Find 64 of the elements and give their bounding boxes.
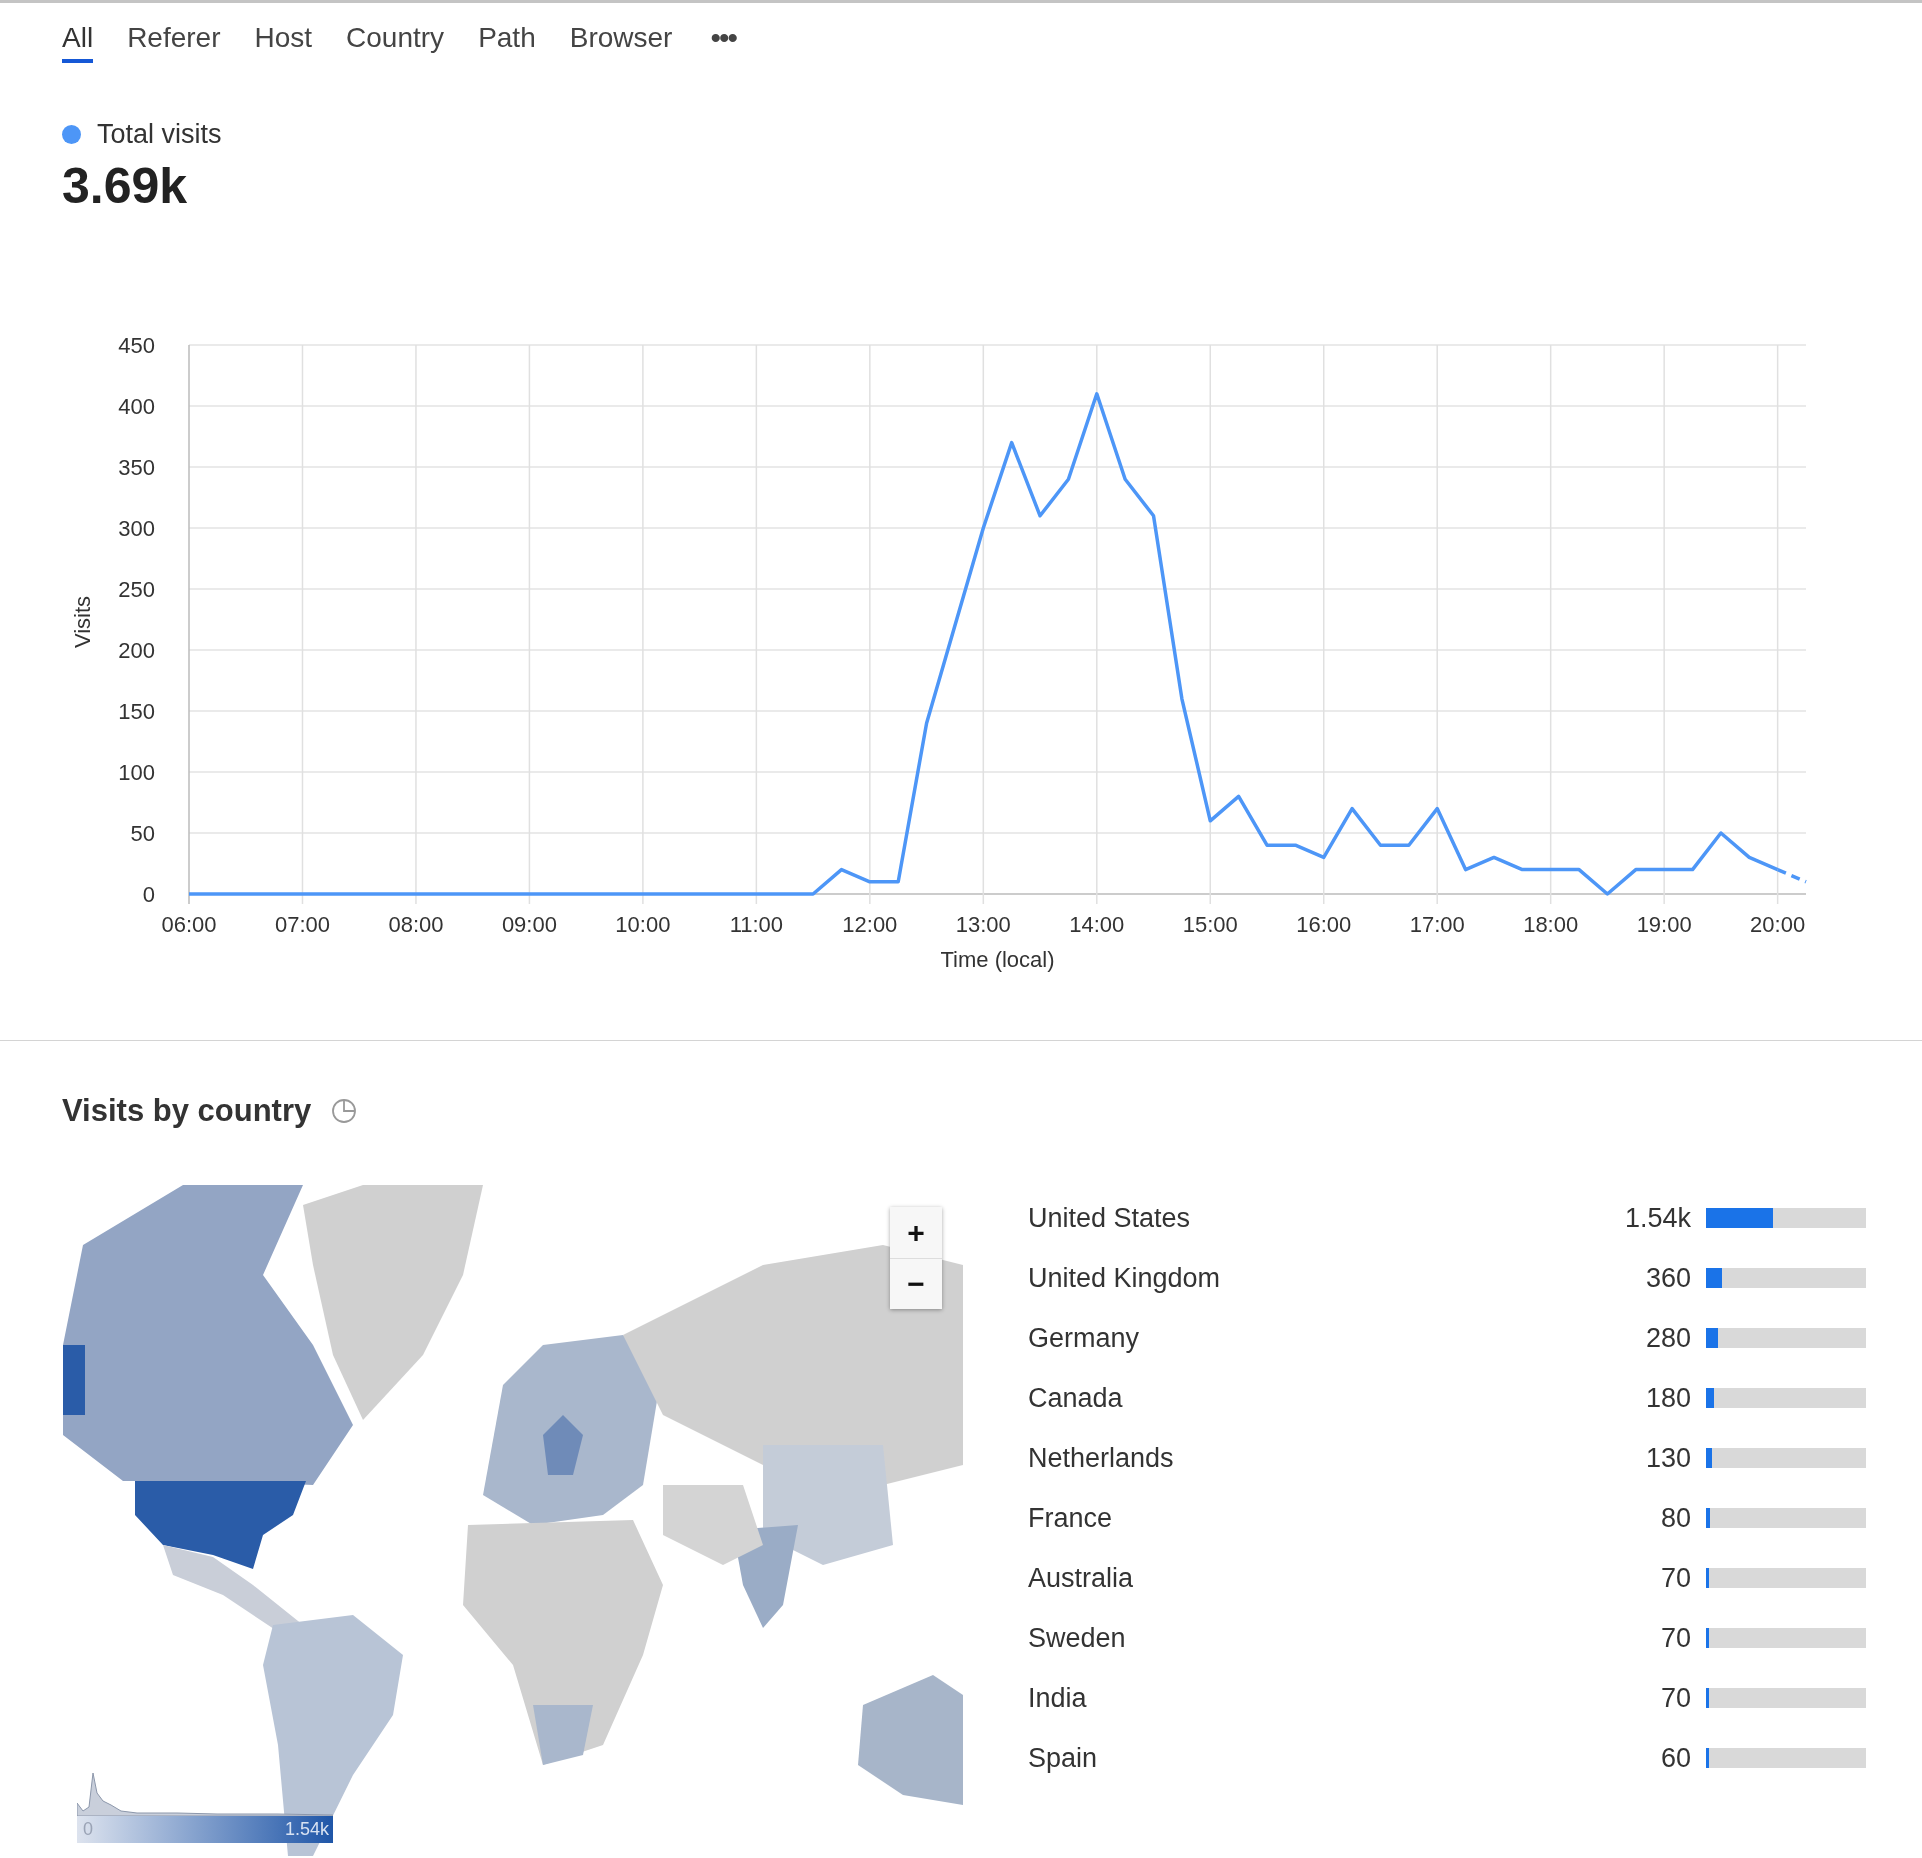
y-tick-label: 50 bbox=[130, 821, 155, 846]
y-tick-label: 200 bbox=[118, 638, 155, 663]
x-tick-label: 09:00 bbox=[501, 912, 557, 937]
y-axis-title: Visits bbox=[70, 595, 95, 649]
country-name: Sweden bbox=[1028, 1622, 1127, 1654]
visit-count: 60 bbox=[1660, 1742, 1691, 1774]
pie-chart-icon[interactable] bbox=[331, 1098, 358, 1124]
x-tick-label: 12:00 bbox=[842, 912, 898, 937]
tab[interactable]: Host bbox=[254, 23, 313, 63]
x-tick-label: 20:00 bbox=[1750, 912, 1806, 937]
tab[interactable]: Path bbox=[478, 23, 536, 63]
y-tick-label: 350 bbox=[118, 455, 155, 480]
country-name: United States bbox=[1028, 1202, 1192, 1234]
legend-dot bbox=[62, 125, 81, 144]
x-tick-label: 06:00 bbox=[161, 912, 217, 937]
country-name: Germany bbox=[1028, 1322, 1141, 1354]
more-button[interactable]: ••• bbox=[710, 23, 736, 53]
x-tick-label: 16:00 bbox=[1296, 912, 1352, 937]
country-name: Canada bbox=[1028, 1382, 1124, 1414]
legend-max-label: 1.54k bbox=[284, 1819, 329, 1840]
visit-count: 130 bbox=[1645, 1442, 1691, 1474]
x-tick-label: 14:00 bbox=[1069, 912, 1125, 937]
x-tick-label: 08:00 bbox=[388, 912, 444, 937]
visit-count: 360 bbox=[1645, 1262, 1691, 1294]
tab[interactable]: All bbox=[62, 23, 94, 63]
country-name: Spain bbox=[1028, 1742, 1099, 1774]
x-tick-label: 17:00 bbox=[1409, 912, 1465, 937]
visit-count: 70 bbox=[1660, 1622, 1691, 1654]
legend-min-label: 0 bbox=[83, 1819, 93, 1840]
visit-count: 280 bbox=[1645, 1322, 1691, 1354]
x-tick-label: 19:00 bbox=[1636, 912, 1692, 937]
x-tick-label: 07:00 bbox=[274, 912, 330, 937]
y-tick-label: 400 bbox=[118, 394, 155, 419]
partial-line-segment bbox=[1776, 868, 1807, 884]
y-tick-label: 250 bbox=[118, 577, 155, 602]
y-tick-label: 0 bbox=[142, 882, 155, 907]
visit-count: 80 bbox=[1660, 1502, 1691, 1534]
visit-count: 1.54k bbox=[1624, 1202, 1691, 1234]
visit-count: 70 bbox=[1660, 1562, 1691, 1594]
country-name: France bbox=[1028, 1502, 1114, 1534]
x-axis-title: Time (local) bbox=[940, 947, 1055, 972]
y-tick-label: 100 bbox=[118, 760, 155, 785]
stat-label: Total visits bbox=[97, 119, 222, 150]
tab[interactable]: Browser bbox=[569, 23, 673, 63]
zoom-in-button[interactable]: + bbox=[890, 1207, 942, 1258]
country-name: Netherlands bbox=[1028, 1442, 1175, 1474]
zoom-out-button[interactable]: − bbox=[890, 1258, 942, 1309]
visit-count: 180 bbox=[1645, 1382, 1691, 1414]
x-tick-label: 15:00 bbox=[1182, 912, 1238, 937]
y-tick-label: 450 bbox=[118, 333, 155, 358]
x-tick-label: 18:00 bbox=[1523, 912, 1579, 937]
tab[interactable]: Country bbox=[346, 23, 445, 63]
country-name: United Kingdom bbox=[1028, 1262, 1222, 1294]
country-name: Australia bbox=[1028, 1562, 1135, 1594]
x-tick-label: 10:00 bbox=[615, 912, 671, 937]
country-name: India bbox=[1028, 1682, 1088, 1714]
y-tick-label: 150 bbox=[118, 699, 155, 724]
x-tick-label: 11:00 bbox=[729, 912, 784, 937]
visit-count: 70 bbox=[1660, 1682, 1691, 1714]
stat-value: 3.69k bbox=[62, 158, 189, 214]
y-tick-label: 300 bbox=[118, 516, 155, 541]
section-title: Visits by country bbox=[62, 1093, 312, 1129]
x-tick-label: 13:00 bbox=[955, 912, 1011, 937]
tab[interactable]: Referer bbox=[127, 23, 221, 63]
